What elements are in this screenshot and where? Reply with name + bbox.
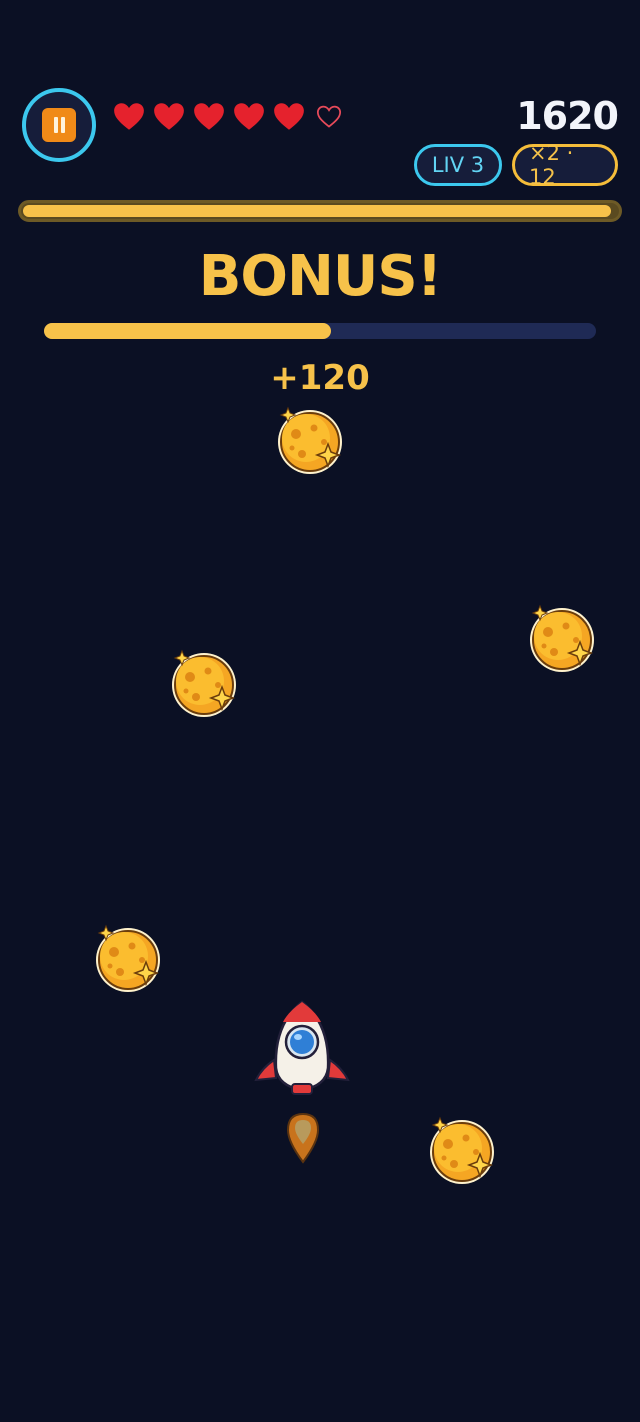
heart-full-icon	[114, 103, 144, 130]
heart-full-icon	[274, 103, 304, 130]
rocket-icon[interactable]	[252, 998, 352, 1098]
bonus-title: BONUS!	[198, 244, 443, 309]
points-popup: +120	[270, 358, 370, 398]
game-screen: 1620 LIV 3 ×2 · 12 BONUS! +120	[0, 0, 640, 1422]
level-badge: LIV 3	[414, 144, 502, 186]
bonus-progress-fill	[44, 323, 332, 339]
heart-full-icon	[234, 103, 264, 130]
heart-full-icon	[154, 103, 184, 130]
energy-bar-fill	[23, 205, 612, 217]
score-value: 1620	[516, 94, 619, 138]
golden-planet-icon	[277, 407, 343, 475]
golden-planet-icon	[429, 1117, 495, 1185]
heart-full-icon	[194, 103, 224, 130]
golden-planet-icon	[529, 605, 595, 673]
energy-bar	[18, 200, 622, 222]
thruster-flame-icon	[286, 1112, 320, 1164]
lives-indicator	[112, 100, 346, 134]
golden-planet-icon	[95, 925, 161, 993]
combo-badge: ×2 · 12	[512, 141, 618, 189]
heart-empty-icon	[316, 105, 342, 128]
golden-planet-icon	[171, 650, 237, 718]
bonus-progress-bar	[44, 323, 596, 339]
pause-button[interactable]	[22, 88, 96, 162]
pause-icon	[42, 108, 76, 142]
